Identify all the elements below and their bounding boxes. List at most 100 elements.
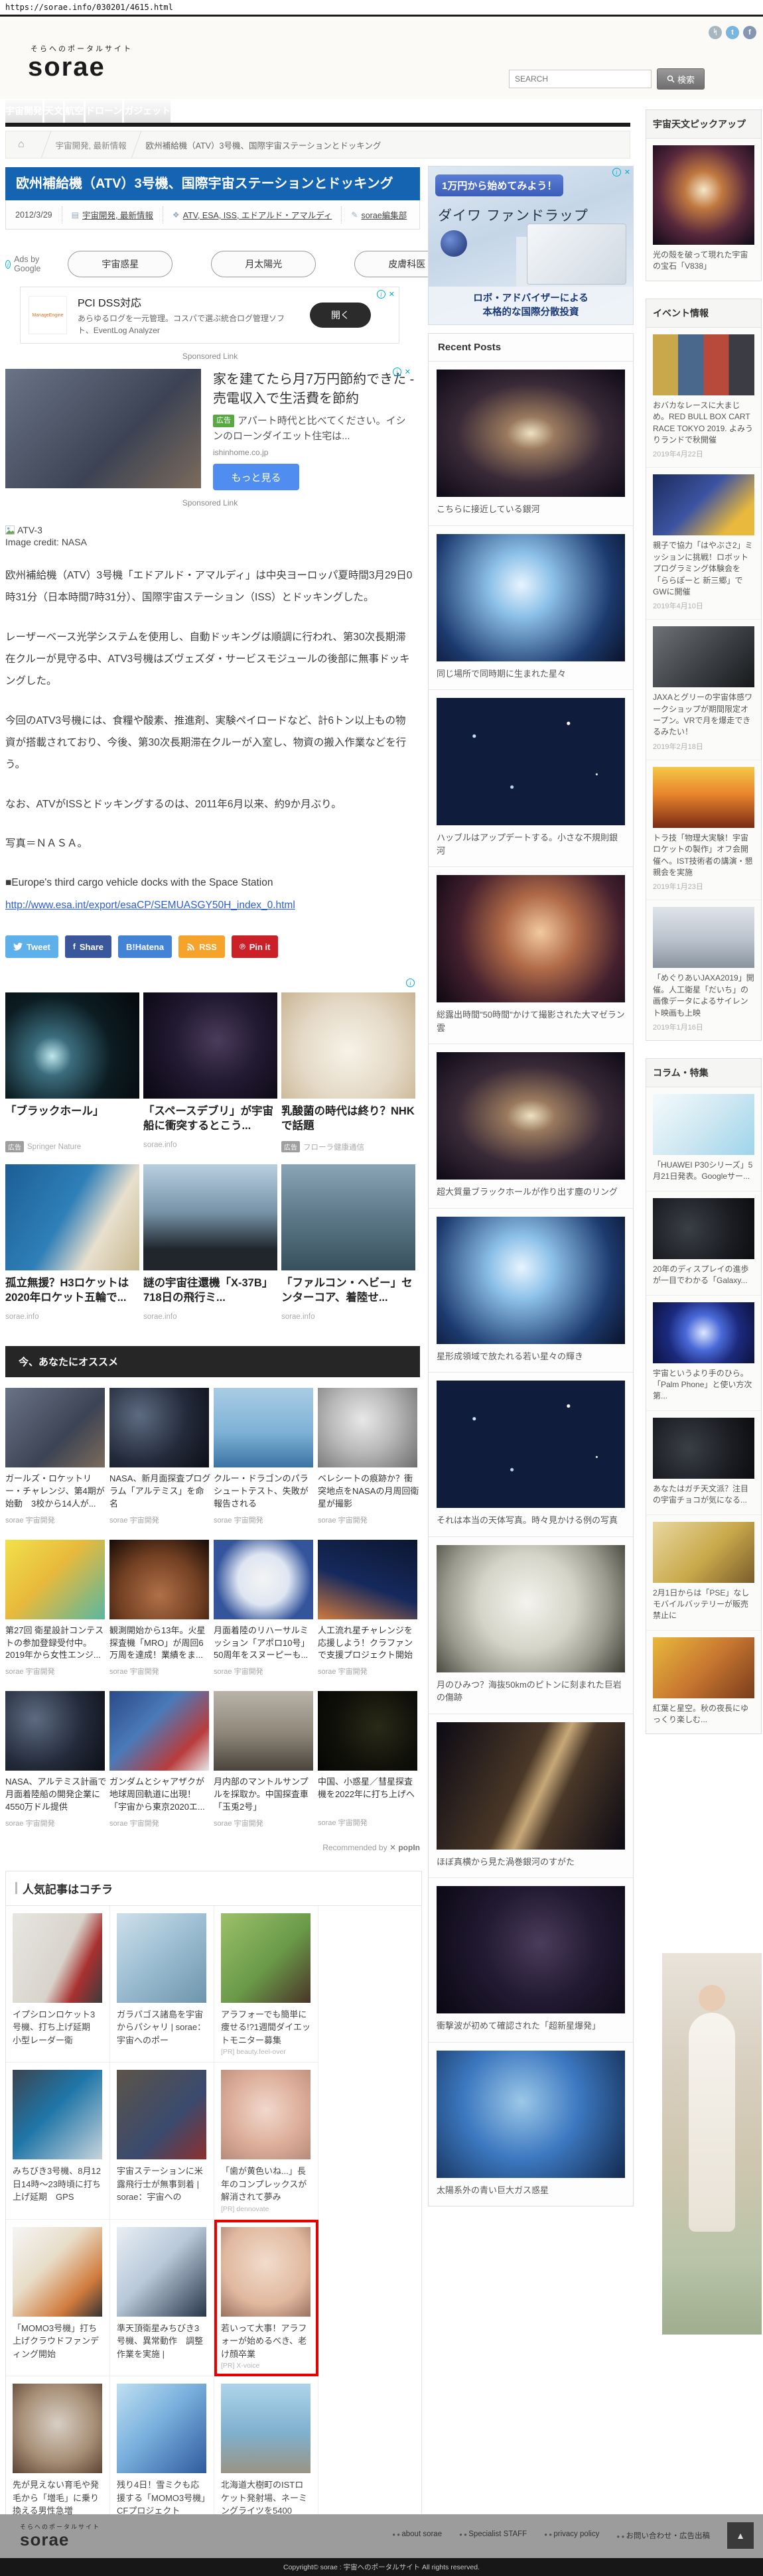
tweet-button[interactable]: Tweet [5,935,58,959]
info-icon[interactable]: i [5,259,11,269]
column-item[interactable]: 宇宙というより手のひら。「Palm Phone」と使い方次第... [646,1296,761,1411]
recent-post-item[interactable]: 太陽系外の青い巨大ガス惑星 [429,2043,633,2206]
ad-open-button[interactable]: 開く [310,303,371,328]
nav-tab[interactable]: 天文 [44,98,63,123]
info-icon[interactable]: i [392,368,401,376]
rss-icon[interactable]: ᛋ [709,26,722,39]
popular-article-card[interactable]: アラフォーでも簡単に痩せる!?1週間ダイエットモニター募集 [PR] beaut… [214,1905,318,2063]
sidebar-display-ad[interactable] [662,1953,762,2335]
popular-article-card[interactable]: 先が見えない育毛や発毛から「増毛」に乗り換える男性急増 [PR] 頭髪NEWS!… [6,2376,110,2535]
pickup-item[interactable]: 光の殻を破って現れた宇宙の宝石「V838」 [646,139,761,281]
recommend-card[interactable]: 第27回 衛星設計コンテストの参加登録受付中。2019年から女性エンジ... s… [5,1539,107,1677]
recommend-card[interactable]: クルー・ドラゴンのパラシュートテスト、失敗が報告される sorae 宇宙開発 [214,1388,315,1525]
column-item[interactable]: 2月1日からは「PSE」なしモバイルバッテリーが販売禁止に [646,1515,761,1631]
recent-post-item[interactable]: 月のひみつ？海抜50kmのピトンに刻まれた巨岩の傷跡 [429,1537,633,1714]
facebook-icon[interactable]: f [743,26,756,39]
nav-tab[interactable]: 宇宙開発 [5,98,42,123]
search-button[interactable]: 検索 [657,68,705,90]
footer-link[interactable]: お問い合わせ・広告出稿 [616,2530,710,2541]
ad-more-button[interactable]: もっと見る [213,464,299,490]
footer-link[interactable]: Specialist STAFF [459,2530,527,2541]
related-article-card[interactable]: 「スペースデブリ」が宇宙船に衝突するとこう... sorae.info [143,992,277,1160]
recent-post-item[interactable]: 総露出時間"50時間"かけて撮影された大マゼラン雲 [429,867,633,1044]
twitter-icon[interactable]: t [726,26,739,39]
popular-article-card[interactable]: 「歯が黄色いね...」長年のコンプレックスが解消されて夢み [PR] denno… [214,2063,318,2220]
site-logo[interactable]: そらへのポータルサイト sorae [28,43,133,80]
recent-post-item[interactable]: 星形成領域で放たれる若い星々の輝き [429,1209,633,1373]
recommend-card[interactable]: ガールズ・ロケットリー・チャレンジ、第4期が始動 3校から14人が... sor… [5,1388,107,1525]
ad-choices[interactable]: i ✕ [392,368,411,376]
column-item[interactable]: あなたはガチ天文派？注目の宇宙チョコが気になる... [646,1411,761,1515]
recommend-card[interactable]: NASA、新月面探査プログラム「アルテミス」を命名 sorae 宇宙開発 [109,1388,211,1525]
nav-tab[interactable]: ガジェット [124,98,171,123]
nav-tab[interactable]: 航空 [65,98,84,123]
article-tags[interactable]: ❖ ATV, ESA, ISS, エドアルド・アマルディ [162,206,342,224]
ad-choices[interactable]: i ✕ [376,290,395,299]
event-item[interactable]: 「めぐりあいJAXA2019」開催。人工衛星「だいち」の画像データによるサイレン… [646,900,761,1040]
recommend-card[interactable]: 月面着陸のリハーサルミッション「アポロ10号」50周年をスヌーピーも... so… [214,1539,315,1677]
ad-pill-button[interactable]: 宇宙惑星 [68,251,173,277]
popular-article-card[interactable]: イプシロンロケット3号機、打ち上げ延期 小型レーダー衛 [6,1905,110,2063]
column-item[interactable]: 「HUAWEI P30シリーズ」5月21日発表。Googleサー... [646,1087,761,1191]
recent-post-item[interactable]: ハッブルはアップデートする。小さな不規則銀河 [429,690,633,867]
url-bar[interactable]: https://sorae.info/030201/4615.html [0,0,763,15]
nav-tab[interactable]: ドローン [86,98,123,123]
popular-article-card[interactable]: 準天頂衛星みちびき3号機、異常動作 調整作業を実施 | [110,2219,214,2377]
ad-pill-button[interactable]: 月太陽光 [211,251,316,277]
display-ad-unit[interactable]: 家を建てたら月7万円節約できた - 売電収入で生活費を節約 広告 アパート時代と比… [5,368,415,490]
popular-article-card[interactable]: 宇宙ステーションに米露飛行士が無事到着 | sorae：宇宙への [110,2063,214,2220]
related-article-card[interactable]: 孤立無援？H3ロケットは2020年ロケット五輪で... sorae.info [5,1164,139,1329]
popin-info-corner[interactable]: i [5,977,415,988]
recommend-card[interactable]: ベレシートの痕跡か？衝突地点をNASAの月周回衛星が撮影 sorae 宇宙開発 [318,1388,419,1525]
footer-link[interactable]: about sorae [392,2530,442,2541]
scroll-to-top-button[interactable]: ▲ [727,2522,754,2549]
related-article-card[interactable]: 謎の宇宙往還機「X-37B」 718日の飛行ミ... sorae.info [143,1164,277,1329]
recommend-card[interactable]: 中国、小惑星／彗星探査機を2022年に打ち上げへ sorae 宇宙開発 [318,1691,419,1828]
ad-choices[interactable]: i ✕ [612,168,630,176]
popin-credit[interactable]: Recommended by ✕ popIn [5,1843,420,1852]
recent-post-item[interactable]: ほぼ真横から見た渦巻銀河のすがた [429,1714,633,1878]
column-item[interactable]: 紅葉と星空。秋の夜長にゆっくり楽しむ... [646,1631,761,1734]
footer-logo[interactable]: そらへのポータルサイト sorae [20,2522,100,2548]
rss-button[interactable]: RSS [178,935,225,959]
related-article-card[interactable]: 「ブラックホール」 広告 Springer Nature [5,992,139,1160]
breadcrumb-category[interactable]: 宇宙開発, 最新情報 [56,139,127,151]
daiwa-fund-ad[interactable]: i ✕ 1万円から始めてみよう！ ダイワ ファンドラップ ロボ・アドバイザーによる… [428,166,634,325]
pinterest-button[interactable]: ℗ Pin it [231,935,279,959]
event-item[interactable]: トラ技「物理大実験！宇宙ロケットの製作」オフ会開催へ。IST技術者の講演・懇親会… [646,760,761,901]
event-item[interactable]: おバカなレースに大まじめ。RED BULL BOX CART RACE TOKY… [646,328,761,468]
event-item[interactable]: JAXAとグリーの宇宙体感ワークショップが期間限定オープン。VRで月を爆走できる… [646,620,761,760]
recommend-card[interactable]: NASA、アルテミス計画で月面着陸船の開発企業に4550万ドル提供 sorae … [5,1691,107,1828]
home-icon[interactable]: ⌂ [6,139,36,151]
popular-article-card[interactable]: みちびき3号機、8月12日14時～23時頃に打ち上げ延期 GPS [6,2063,110,2220]
footer-link[interactable]: privacy policy [544,2530,599,2541]
column-item[interactable]: 20年のディスプレイの進歩が一目でわかる「Galaxy... [646,1191,761,1296]
ad-headline[interactable]: 家を建てたら月7万円節約できた - 売電収入で生活費を節約 [213,370,415,409]
popular-article-card[interactable]: 残り4日！雪ミクも応援する「MOMO3号機」CFプロジェクト [110,2376,214,2535]
event-item[interactable]: 親子で協力「はやぶさ2」ミッションに挑戦！ロボットプログラミング体験会を「ららぽ… [646,468,761,620]
recommend-card[interactable]: 人工流れ星チャレンジを応援しよう！クラファンで支援プロジェクト開始 sorae … [318,1539,419,1677]
reference-link[interactable]: http://www.esa.int/export/esaCP/SEMUASGY… [5,900,295,912]
popular-article-card[interactable]: 北海道大樹町のISTロケット発射場、ネーミングライツを5400 [214,2376,318,2535]
article-categories[interactable]: ▤ 宇宙開発, 最新情報 [61,206,163,224]
popular-article-card[interactable]: 若いって大事！アラフォーが始めるべき、老け顔卒業 [PR] X-voice [214,2219,318,2377]
hatena-button[interactable]: B!Hatena [118,935,173,959]
text-ad-unit[interactable]: ManageEngine PCI DSS対応 あらゆるログを一元管理。コスパで選… [20,287,399,344]
recent-post-item[interactable]: それは本当の天体写真。時々見かける例の写真 [429,1373,633,1537]
info-icon[interactable]: i [376,290,385,299]
recent-post-item[interactable]: 超大質量ブラックホールが作り出す塵のリング [429,1044,633,1209]
close-icon[interactable]: ✕ [405,368,411,376]
recommend-card[interactable]: ガンダムとシャアザクが地球周回軌道に出現！「宇宙から東京2020エ... sor… [109,1691,211,1828]
recent-post-item[interactable]: こちらに接近している銀河 [429,362,633,526]
search-input[interactable] [509,70,652,88]
ad-title[interactable]: PCI DSS対応 [78,294,297,310]
related-article-card[interactable]: 乳酸菌の時代は終り？NHKで話題 広告 フローラ健康通信 [281,992,415,1160]
recent-post-item[interactable]: 同じ場所で同時期に生まれた星々 [429,526,633,690]
recommend-card[interactable]: 月内部のマントルサンプルを採取か。中国探査車「玉兎2号」 sorae 宇宙開発 [214,1691,315,1828]
related-article-card[interactable]: 「ファルコン・ヘビー」センターコア、着陸せ... sorae.info [281,1164,415,1329]
article-author[interactable]: ✎ sorae編集部 [341,206,416,224]
recent-post-item[interactable]: 衝撃波が初めて確認された「超新星爆発」 [429,1878,633,2043]
recommend-card[interactable]: 観測開始から13年。火星探査機「MRO」が周回6万周を達成！業績をま... so… [109,1539,211,1677]
popular-article-card[interactable]: ガラパゴス諸島を宇宙からパシャリ | sorae：宇宙へのポー [110,1905,214,2063]
popular-article-card[interactable]: 「MOMO3号機」打ち上げクラウドファンディング開始 [6,2219,110,2377]
